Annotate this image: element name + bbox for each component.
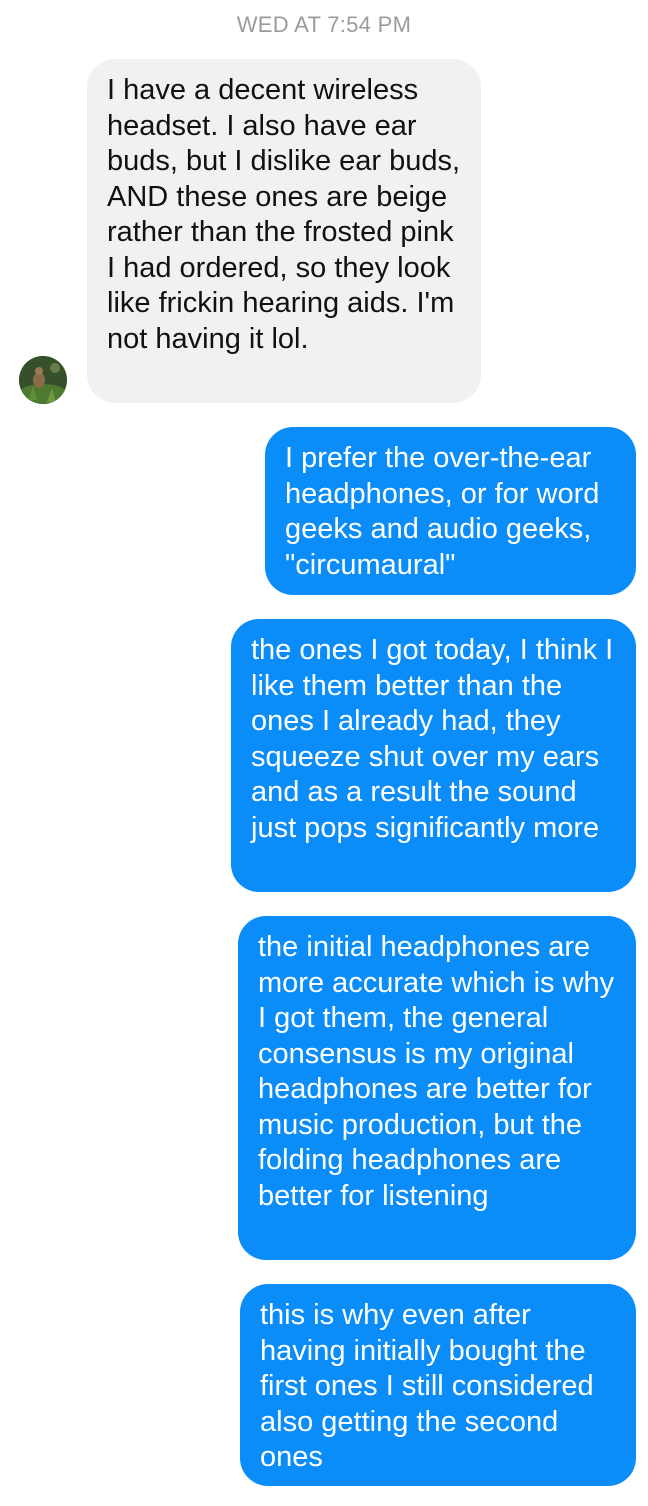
message-bubble-outgoing[interactable]: this is why even after having initially … [240, 1284, 636, 1486]
message-text: the initial headphones are more accurate… [258, 931, 615, 1212]
message-text: I have a decent wireless headset. I also… [107, 74, 461, 355]
avatar-photo-icon [19, 356, 67, 404]
message-bubble-outgoing[interactable]: the initial headphones are more accurate… [238, 916, 636, 1260]
message-text: I prefer the over-the-ear headphones, or… [285, 442, 600, 581]
message-bubble-incoming[interactable]: I have a decent wireless headset. I also… [87, 59, 481, 403]
message-bubble-outgoing[interactable]: I prefer the over-the-ear headphones, or… [265, 427, 636, 595]
message-text: the ones I got today, I think I like the… [251, 634, 614, 844]
message-timestamp: WED AT 7:54 PM [236, 12, 412, 37]
contact-avatar[interactable] [19, 356, 67, 404]
message-text: this is why even after having initially … [260, 1299, 594, 1473]
message-bubble-outgoing[interactable]: the ones I got today, I think I like the… [231, 619, 636, 892]
